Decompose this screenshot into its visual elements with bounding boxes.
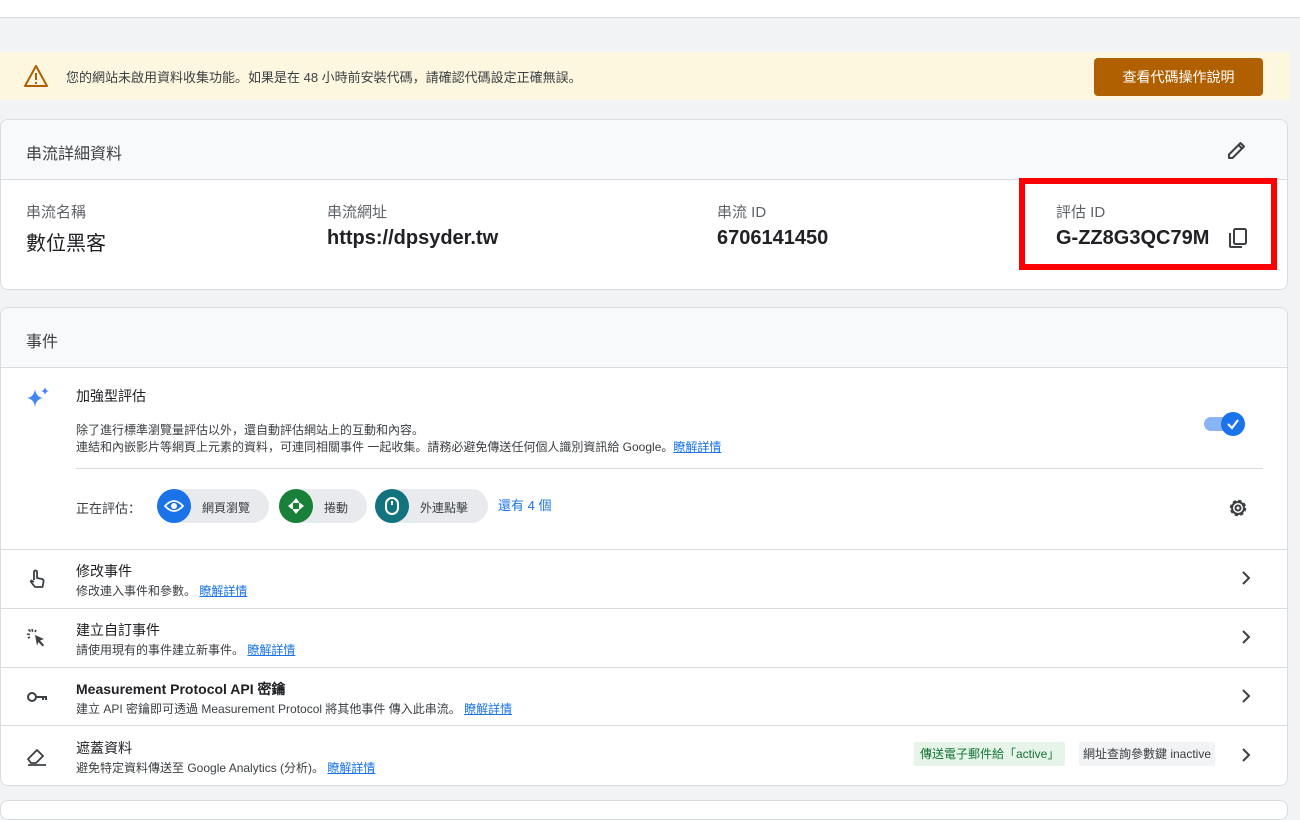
mouse-icon — [375, 489, 409, 523]
chip-scrolls[interactable]: 捲動 — [279, 489, 367, 523]
query-param-redaction-status-badge: 網址查詢參數鍵 inactive — [1079, 742, 1216, 766]
redact-data-row[interactable]: 遮蓋資料 避免特定資料傳送至 Google Analytics (分析)。 瞭解… — [1, 725, 1287, 785]
measurement-protocol-row[interactable]: Measurement Protocol API 密鑰 建立 API 密鑰即可透… — [1, 667, 1287, 726]
chip-outbound-clicks-label: 外連點擊 — [420, 501, 469, 515]
enhanced-divider — [76, 468, 1263, 469]
stream-id-value: 6706141450 — [717, 227, 829, 249]
enhanced-measurement-description: 除了進行標準瀏覽量評估以外，還自動評估網站上的互動和內容。 連結和內嵌影片等網頁… — [76, 422, 721, 456]
view-tag-instructions-button[interactable]: 查看代碼操作說明 — [1094, 58, 1263, 96]
gear-icon[interactable] — [1226, 496, 1250, 520]
warning-icon — [24, 65, 48, 87]
enhanced-measurement-title: 加強型評估 — [76, 388, 146, 404]
enhanced-desc-line-1: 除了進行標準瀏覽量評估以外，還自動評估網站上的互動和內容。 — [76, 423, 425, 437]
stream-id-label: 串流 ID — [717, 204, 767, 221]
chip-page-views-label: 網頁瀏覽 — [202, 501, 251, 515]
top-bar — [0, 0, 1300, 18]
stream-name-value: 數位黑客 — [26, 233, 106, 255]
redact-data-title: 遮蓋資料 — [76, 740, 132, 756]
create-custom-events-row[interactable]: 建立自訂事件 請使用現有的事件建立新事件。 瞭解詳情 — [1, 608, 1287, 668]
chevron-right-icon — [1242, 748, 1251, 762]
click-icon — [26, 628, 44, 647]
scroll-arrows-icon — [279, 489, 313, 523]
key-icon — [27, 692, 47, 702]
stream-details-header: 串流詳細資料 — [1, 120, 1287, 180]
chevron-right-icon — [1242, 571, 1251, 585]
stream-details-card: 串流詳細資料 串流名稱 數位黑客 串流網址 https://dpsyder.tw… — [0, 119, 1288, 290]
enhanced-desc-line-2: 連結和內嵌影片等網頁上元素的資料，可連同相關事件 一起收集。請務必避免傳送任何個… — [76, 440, 722, 454]
events-header: 事件 — [1, 308, 1287, 368]
redact-data-learn-more[interactable]: 瞭解詳情 — [327, 761, 375, 775]
measurement-id-highlight-box — [1019, 178, 1277, 270]
events-title: 事件 — [26, 334, 59, 351]
chevron-right-icon — [1242, 630, 1251, 644]
measurement-protocol-title: Measurement Protocol API 密鑰 — [76, 681, 286, 697]
email-redaction-status-badge: 傳送電子郵件給「active」 — [914, 742, 1066, 766]
modify-events-learn-more[interactable]: 瞭解詳情 — [199, 584, 247, 598]
create-custom-events-desc: 請使用現有的事件建立新事件。 瞭解詳情 — [76, 643, 296, 657]
data-collection-warning-banner: 您的網站未啟用資料收集功能。如果是在 48 小時前安裝代碼，請確認代碼設定正確無… — [0, 52, 1290, 100]
redact-data-desc: 避免特定資料傳送至 Google Analytics (分析)。 瞭解詳情 — [76, 761, 376, 775]
modify-events-desc: 修改連入事件和參數。 瞭解詳情 — [76, 584, 248, 598]
create-custom-events-learn-more[interactable]: 瞭解詳情 — [247, 643, 295, 657]
pencil-icon[interactable] — [1225, 138, 1249, 162]
measurement-protocol-desc: 建立 API 密鑰即可透過 Measurement Protocol 將其他事件… — [76, 702, 513, 716]
stream-name-label: 串流名稱 — [26, 204, 87, 221]
eraser-icon — [27, 749, 46, 766]
events-card: 事件 加強型評估 除了進行標準瀏覽量評估以外，還自動評估網站上的互動和內容。 連… — [0, 307, 1288, 786]
stream-url-value: https://dpsyder.tw — [327, 227, 499, 249]
chevron-right-icon — [1242, 689, 1251, 703]
enhanced-learn-more-link[interactable]: 瞭解詳情 — [673, 440, 721, 454]
check-icon — [1227, 419, 1239, 430]
eye-icon — [157, 489, 191, 523]
chip-scrolls-label: 捲動 — [324, 501, 349, 515]
chip-page-views[interactable]: 網頁瀏覽 — [157, 489, 269, 523]
measurement-protocol-learn-more[interactable]: 瞭解詳情 — [464, 702, 512, 716]
modify-events-row[interactable]: 修改事件 修改連入事件和參數。 瞭解詳情 — [1, 549, 1287, 609]
modify-events-title: 修改事件 — [76, 563, 132, 579]
measuring-label: 正在評估： — [76, 501, 142, 516]
next-card-edge — [0, 800, 1288, 820]
banner-message: 您的網站未啟用資料收集功能。如果是在 48 小時前安裝代碼，請確認代碼設定正確無… — [66, 70, 582, 85]
enhanced-measurement-toggle[interactable] — [1204, 412, 1245, 436]
create-custom-events-title: 建立自訂事件 — [76, 622, 160, 638]
chip-outbound-clicks[interactable]: 外連點擊 — [375, 489, 488, 523]
show-more-measurements-link[interactable]: 還有 4 個 — [498, 495, 551, 514]
stream-url-label: 串流網址 — [327, 204, 388, 221]
sparkle-icon — [27, 387, 49, 407]
stream-details-title: 串流詳細資料 — [26, 146, 123, 163]
touch-icon — [29, 569, 45, 588]
